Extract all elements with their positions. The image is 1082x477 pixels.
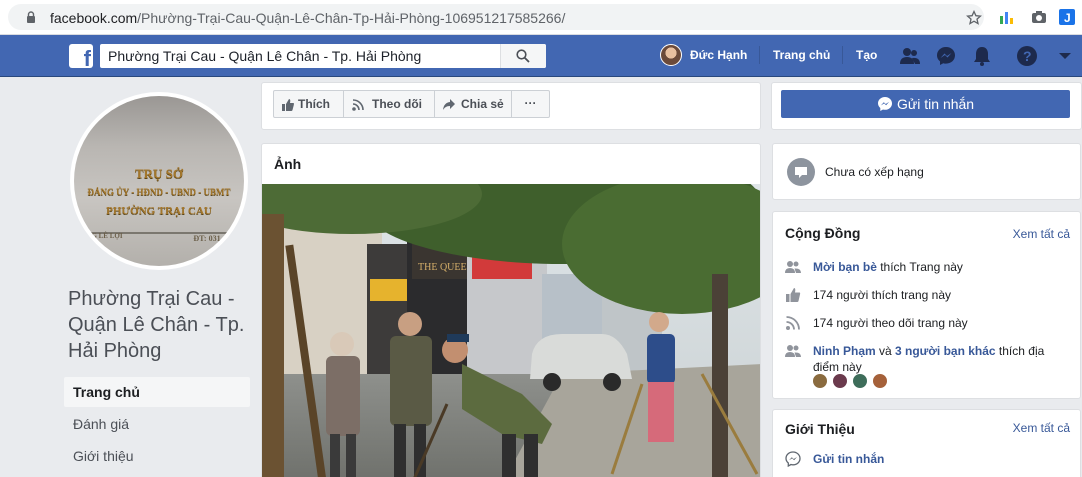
page-profile-picture[interactable]: TRỤ SỞ ĐẢNG ỦY - HĐND - UBND - UBMT PHƯỜ… (70, 92, 248, 270)
sign-line: TRỤ SỞ (134, 166, 184, 181)
sign-line: PHƯỜNG TRẠI CAU (106, 205, 212, 217)
search-input[interactable]: Phường Trại Cau - Quận Lê Chân - Tp. Hải… (100, 44, 546, 68)
sign-line: ĐT: 031 (193, 234, 221, 243)
user-avatar[interactable] (660, 44, 682, 66)
search-button[interactable] (500, 44, 546, 68)
street-cleaning-photo-image: THE QUEEN (262, 184, 760, 477)
thumbs-up-icon (282, 99, 294, 111)
share-button[interactable]: Chia sẻ (434, 90, 512, 118)
follows-count-text: 174 người theo dõi trang này (813, 316, 968, 330)
like-button[interactable]: Thích (273, 90, 344, 118)
about-see-all-link[interactable]: Xem tất cả (1013, 421, 1070, 435)
url-text: facebook.com/Phường-Trại-Cau-Quận-Lê-Châ… (50, 10, 566, 26)
search-value: Phường Trại Cau - Quận Lê Chân - Tp. Hải… (108, 48, 422, 64)
people-icon (785, 261, 801, 273)
about-send-message-link[interactable]: Gửi tin nhắn (813, 452, 884, 466)
svg-text:THE QUEEN: THE QUEEN (418, 262, 474, 273)
about-title: Giới Thiệu (785, 421, 855, 437)
featured-photo[interactable]: THE QUEEN (262, 184, 760, 477)
friends-visited-row: Ninh Phạm và 3 người bạn khác thích địa … (785, 343, 1075, 375)
people-icon (785, 345, 801, 357)
more-options-button[interactable]: ··· (511, 90, 550, 118)
leftnav-item-reviews[interactable]: Đánh giá (64, 409, 250, 439)
page-title: Phường Trại Cau - Quận Lê Chân - Tp. Hải… (68, 288, 245, 362)
rss-follow-icon (786, 316, 800, 330)
follow-button[interactable]: Theo dõi (343, 90, 435, 118)
messenger-icon (878, 97, 892, 111)
community-see-all-link[interactable]: Xem tất cả (1013, 227, 1070, 241)
sign-line: ĐẢNG ỦY - HĐND - UBND - UBMT (87, 187, 231, 197)
account-menu-chevron-icon[interactable] (1054, 45, 1076, 67)
nav-divider (759, 46, 760, 64)
message-panel: Gửi tin nhắn (771, 82, 1082, 130)
camera-icon[interactable] (1030, 8, 1048, 26)
messenger-icon[interactable] (935, 45, 957, 67)
community-card: Cộng Đồng Xem tất cả Mời bạn bè thích Tr… (772, 211, 1081, 399)
photos-header[interactable]: Ảnh (274, 156, 301, 172)
extension-j-icon[interactable]: J (1058, 8, 1076, 26)
thumbs-up-icon (786, 288, 801, 302)
user-name-link[interactable]: Đức Hạnh (690, 48, 747, 62)
address-bar[interactable]: facebook.com/Phường-Trại-Cau-Quận-Lê-Châ… (8, 4, 984, 30)
about-card: Giới Thiệu Xem tất cả Gửi tin nhắn (772, 409, 1081, 477)
nav-divider (842, 46, 843, 64)
friend-avatar[interactable] (832, 373, 848, 389)
facebook-logo-icon[interactable]: f (69, 44, 93, 68)
rss-follow-icon (352, 99, 364, 111)
leftnav-item-about[interactable]: Giới thiệu (64, 441, 250, 471)
leftnav-item-home[interactable]: Trang chủ (64, 377, 250, 407)
send-message-button[interactable]: Gửi tin nhắn (781, 90, 1070, 118)
help-icon[interactable]: ? (1016, 45, 1038, 67)
friend-avatar[interactable] (812, 373, 828, 389)
share-arrow-icon (443, 99, 455, 110)
messenger-icon (785, 451, 801, 467)
search-icon (516, 49, 530, 63)
friend-name-link[interactable]: Ninh Phạm (813, 344, 876, 358)
svg-text:J: J (1064, 11, 1071, 25)
community-title: Cộng Đồng (785, 225, 861, 241)
home-link[interactable]: Trang chủ (773, 48, 830, 62)
notifications-bell-icon[interactable] (971, 45, 993, 67)
lock-icon (27, 11, 35, 23)
photos-card: Ảnh THE QUEEN (261, 143, 761, 477)
rating-text: Chưa có xếp hạng (825, 165, 924, 179)
rating-card: Chưa có xếp hạng (772, 143, 1081, 200)
other-friends-link[interactable]: 3 người bạn khác (895, 344, 996, 358)
extension-chart-icon[interactable] (998, 8, 1016, 26)
friend-avatar[interactable] (852, 373, 868, 389)
browser-toolbar: facebook.com/Phường-Trại-Cau-Quận-Lê-Châ… (0, 0, 1082, 35)
page-action-bar: Thích Theo dõi Chia sẻ ··· (261, 82, 761, 130)
svg-text:?: ? (1023, 48, 1032, 64)
rating-speech-bubble-icon (787, 158, 815, 186)
likes-count-text: 174 người thích trang này (813, 288, 951, 302)
friend-requests-icon[interactable] (899, 45, 921, 67)
profile-photo-image: TRỤ SỞ ĐẢNG ỦY - HĐND - UBND - UBMT PHƯỜ… (74, 96, 244, 266)
invite-friends-link[interactable]: Mời bạn bè (813, 260, 877, 274)
bookmark-star-icon[interactable] (966, 10, 982, 26)
create-link[interactable]: Tạo (856, 48, 877, 62)
friend-avatar[interactable] (872, 373, 888, 389)
